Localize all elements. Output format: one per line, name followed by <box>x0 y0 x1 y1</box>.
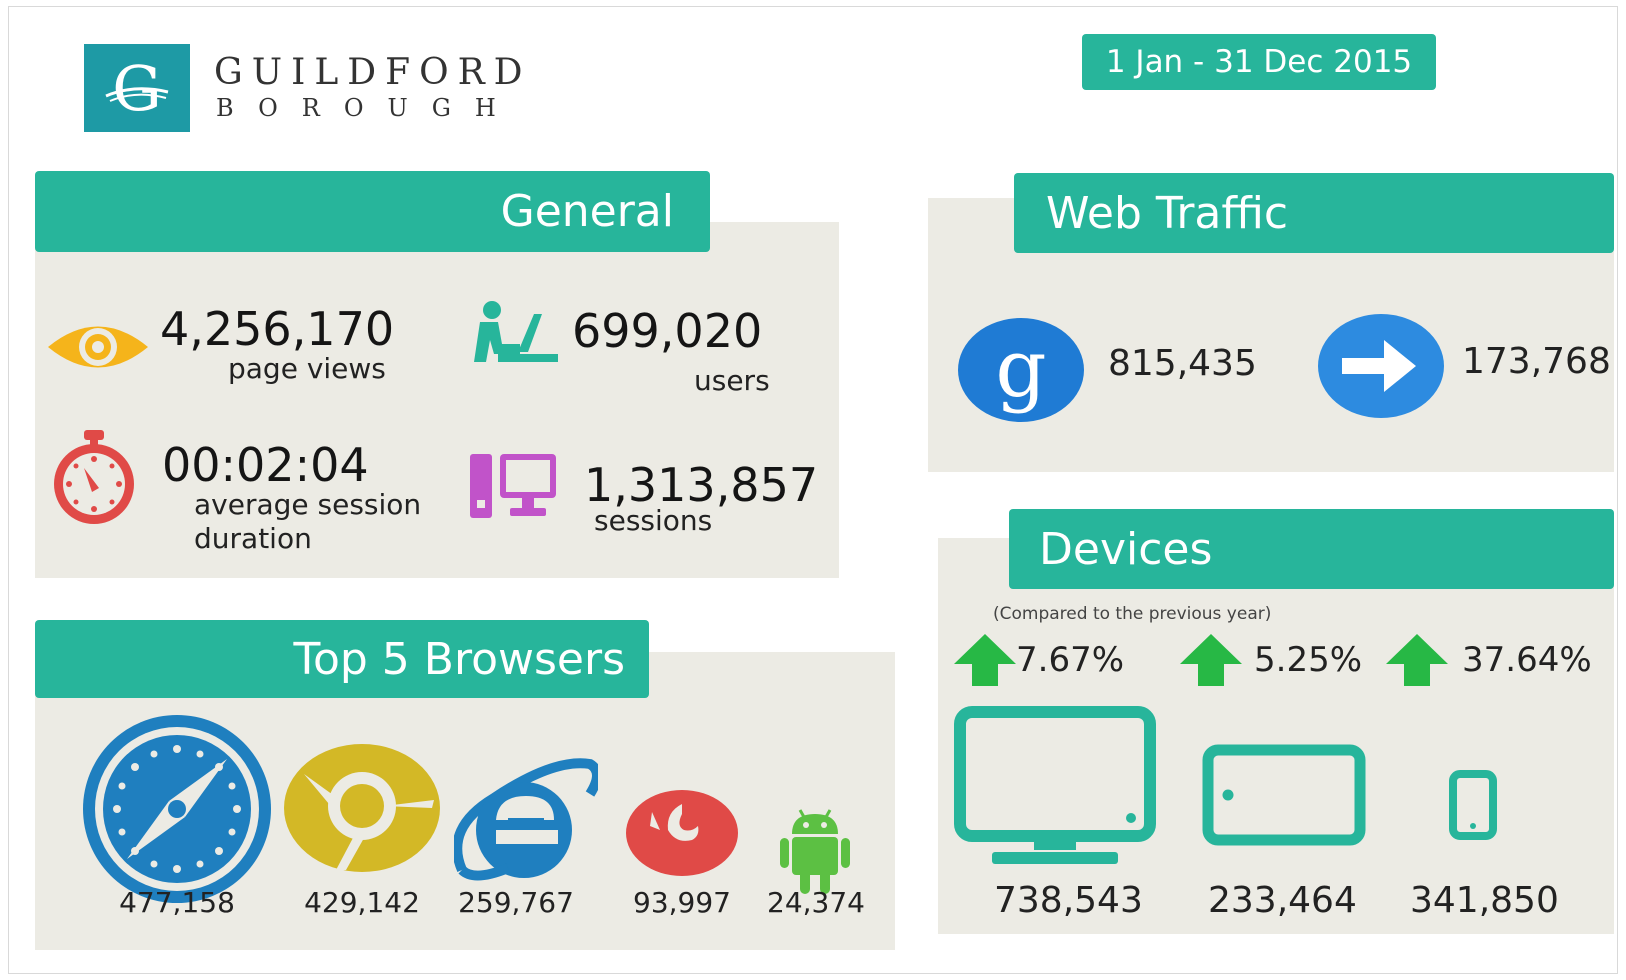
eye-icon <box>48 326 148 368</box>
arrow-up-icon <box>1180 634 1242 686</box>
devices-title: Devices <box>1039 523 1213 575</box>
phone-users-value: 341,850 <box>1410 880 1559 921</box>
referral-traffic-value: 173,768 <box>1462 341 1611 382</box>
firefox-icon <box>626 790 738 876</box>
page-views-value: 4,256,170 <box>160 302 395 356</box>
browser-value: 477,158 <box>119 886 235 919</box>
general-panel <box>35 222 839 578</box>
user-at-desk-icon <box>474 301 558 362</box>
session-duration-value: 00:02:04 <box>162 438 369 492</box>
desktop-monitor-icon <box>954 706 1156 864</box>
tablet-change-value: 5.25% <box>1254 640 1363 680</box>
arrow-up-icon <box>954 634 1016 686</box>
general-header: General <box>35 171 710 252</box>
chrome-icon <box>284 744 440 872</box>
devices-comparison-note: (Compared to the previous year) <box>993 604 1272 624</box>
browser-value: 24,374 <box>767 886 865 919</box>
svg-text:g: g <box>995 322 1046 415</box>
arrow-up-icon <box>1386 634 1448 686</box>
web-traffic-title: Web Traffic <box>1046 187 1289 239</box>
android-icon <box>780 809 850 894</box>
date-range-badge: 1 Jan - 31 Dec 2015 <box>1082 34 1436 90</box>
brand-subtitle: BOROUGH <box>216 94 520 122</box>
desktop-computer-icon <box>470 454 556 518</box>
web-traffic-header: Web Traffic <box>1014 173 1614 253</box>
desktop-users-value: 738,543 <box>994 880 1143 921</box>
session-duration-label-line1: average session <box>194 488 422 521</box>
desktop-change-value: 7.67% <box>1016 640 1125 680</box>
browsers-title: Top 5 Browsers <box>293 633 625 685</box>
phone-change-value: 37.64% <box>1462 640 1592 680</box>
page-views-label: page views <box>228 352 386 385</box>
browser-value: 93,997 <box>633 886 731 919</box>
brand-name: GUILDFORD <box>214 52 532 93</box>
arrow-right-icon <box>1318 314 1444 418</box>
date-range-text: 1 Jan - 31 Dec 2015 <box>1105 44 1413 80</box>
brand-logo: G <box>84 44 190 132</box>
users-label: users <box>694 364 770 397</box>
google-traffic-value: 815,435 <box>1108 343 1257 384</box>
browser-value: 429,142 <box>304 886 420 919</box>
internet-explorer-icon <box>454 758 598 881</box>
phone-icon <box>1449 770 1497 840</box>
general-title: General <box>500 186 674 237</box>
browsers-header: Top 5 Browsers <box>35 620 649 698</box>
devices-header: Devices <box>1009 509 1614 589</box>
tablet-icon <box>1202 744 1366 846</box>
google-icon: g <box>958 318 1084 422</box>
logo-mark-icon: G <box>105 52 169 125</box>
stopwatch-icon <box>54 430 134 524</box>
sessions-label: sessions <box>594 504 713 537</box>
users-value: 699,020 <box>572 304 763 358</box>
session-duration-label-line2: duration <box>194 522 312 555</box>
browser-value: 259,767 <box>458 886 574 919</box>
tablet-users-value: 233,464 <box>1208 880 1357 921</box>
safari-icon <box>83 715 271 903</box>
